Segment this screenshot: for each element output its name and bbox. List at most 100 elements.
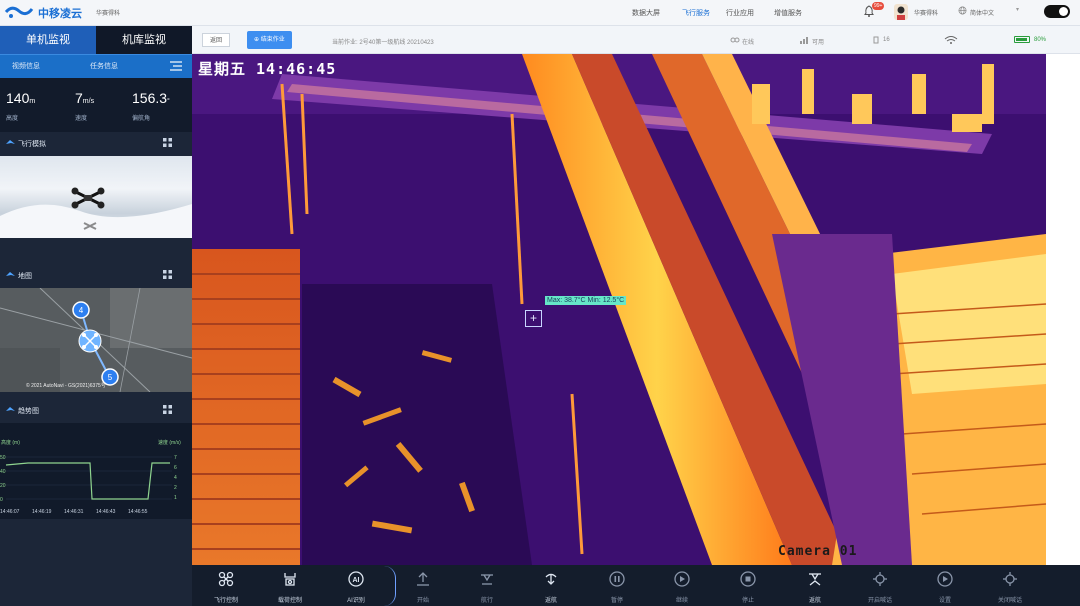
drone-3d-model [0, 187, 192, 238]
wifi-icon [944, 36, 958, 44]
waypoint-marker[interactable]: 4 [72, 301, 90, 319]
trend-time-tick: 14:46:55 [128, 509, 148, 515]
drone-position-icon[interactable] [78, 329, 102, 353]
section-title: 飞行模拟 [18, 141, 46, 148]
tab-task-info[interactable]: 任务信息 [90, 61, 118, 71]
payload-control-button[interactable]: 载荷控制 [270, 565, 310, 606]
thermal-video-feed[interactable]: 星期五 14:46:45 Max: 38.7°C Min: 12.5°C + C… [192, 54, 1046, 565]
nav-value-added[interactable]: 增值服务 [774, 8, 802, 18]
tab-dock-monitor[interactable]: 机库监视 [96, 26, 192, 54]
svg-text:4: 4 [174, 475, 177, 481]
end-task-button[interactable]: ⊕ 结束作业 [247, 31, 292, 49]
stop-icon [740, 571, 756, 587]
brand-title[interactable]: 中移凌云 [38, 5, 82, 21]
section-map: 地图 [0, 264, 192, 286]
battery-percentage: 80% [1034, 37, 1047, 43]
control-label: 关闭喊话 [997, 598, 1022, 604]
trend-time-tick: 14:46:19 [32, 509, 52, 515]
tab-single-monitor[interactable]: 单机监视 [0, 26, 96, 54]
svg-text:6: 6 [174, 465, 177, 471]
stop-button[interactable]: 停止 [728, 565, 768, 606]
temperature-readout: Max: 38.7°C Min: 12.5°C [545, 296, 627, 305]
right-margin [1046, 54, 1080, 565]
altitude-label: 高度 [6, 116, 19, 122]
map-view[interactable]: 4 5 © 2021 AutoNavi - GS(2021)6375号 [0, 288, 192, 392]
nav-industry-app[interactable]: 行业应用 [726, 8, 754, 18]
speaker-off-button[interactable]: 关闭喊话 [990, 565, 1030, 606]
svg-text:7: 7 [174, 455, 177, 461]
back-button[interactable]: 返回 [202, 33, 231, 47]
status-bar: 返回 ⊕ 结束作业 当前作业: 2号40第一级航线 20210423 在线 可用… [192, 26, 1080, 54]
status-online: 在线 [742, 40, 755, 46]
nav-data-screen[interactable]: 数据大屏 [632, 8, 660, 18]
brand-subtitle: 华赛得科 [96, 11, 121, 17]
battery-icon [1014, 36, 1030, 43]
control-label: 航行 [480, 598, 493, 604]
bottom-control-bar: 飞行控制 载荷控制 AI AI识别 开始 航行 返航 暂停 继续 停止 返航 开… [192, 565, 1080, 606]
tab-video-info[interactable]: 视频信息 [12, 61, 40, 71]
crosshair-icon[interactable]: + [525, 310, 542, 327]
fly-icon [481, 574, 493, 585]
logo-icon [4, 6, 34, 18]
speaker-on-button[interactable]: 开启喊话 [860, 565, 900, 606]
return-home-button[interactable]: 返航 [795, 565, 835, 606]
trend-time-tick: 14:46:43 [96, 509, 116, 515]
current-task-name: 当前作业: 2号40第一级航线 20210423 [332, 40, 434, 46]
grid-icon[interactable] [163, 270, 172, 279]
grid-icon[interactable] [163, 405, 172, 414]
username[interactable]: 华赛得科 [914, 8, 938, 17]
return-button[interactable]: 返航 [531, 565, 571, 606]
svg-text:5: 5 [108, 373, 113, 382]
section-title: 趋势图 [18, 408, 39, 415]
camera-label: Camera 01 [778, 544, 858, 559]
play-icon [674, 571, 690, 587]
svg-text:0: 0 [0, 497, 3, 503]
signal-icon [800, 37, 808, 44]
control-label: 开启喊话 [867, 598, 892, 604]
theme-toggle[interactable] [1044, 5, 1070, 18]
svg-text:40: 40 [0, 469, 6, 475]
chevron-down-icon[interactable]: ▾ [1016, 6, 1019, 13]
nav-flight-service[interactable]: 飞行服务 [682, 8, 710, 18]
flight-sim-view[interactable] [0, 156, 192, 238]
notification-badge: 99+ [872, 2, 885, 10]
svg-text:20: 20 [0, 483, 6, 489]
grid-icon[interactable] [163, 138, 172, 147]
globe-icon [958, 6, 967, 15]
settings-button[interactable]: 设置 [925, 565, 965, 606]
flight-control-button[interactable]: 飞行控制 [206, 565, 246, 606]
trend-time-tick: 14:46:07 [0, 509, 20, 515]
menu-icon[interactable] [170, 61, 182, 71]
pause-button[interactable]: 暂停 [597, 565, 637, 606]
svg-text:1: 1 [174, 495, 177, 501]
control-label: 飞行控制 [213, 598, 238, 604]
yaw-label: 偏航角 [132, 116, 151, 122]
altitude-value: 140m [6, 90, 36, 106]
plane-icon [6, 272, 15, 276]
trend-chart: 高度 (m) 速度 (m/s) 76421 50 40 20 0 14:46:07 1… [0, 423, 192, 519]
svg-text:4: 4 [79, 306, 84, 315]
svg-text:2: 2 [174, 485, 177, 491]
svg-text:50: 50 [0, 455, 6, 461]
language-selector[interactable]: 简体中文 [970, 8, 994, 17]
map-attribution: © 2021 AutoNavi - GS(2021)6375号 [26, 383, 106, 389]
speaker-on-icon [873, 572, 887, 586]
speed-value: 7m/s [75, 90, 95, 106]
ai-detect-button[interactable]: AI AI识别 [336, 565, 376, 606]
takeoff-icon [417, 572, 429, 586]
top-navbar: 中移凌云 华赛得科 数据大屏 飞行服务 行业应用 增值服务 99+ 华赛得科 简… [0, 0, 1080, 26]
trend-lines: 7 6 4 2 1 50 40 20 0 [0, 455, 177, 503]
section-trend: 趋势图 [0, 399, 192, 421]
ai-icon: AI [348, 571, 364, 587]
yaw-value: 156.3° [132, 90, 170, 106]
thermal-image [192, 54, 1046, 565]
resume-button[interactable]: 继续 [662, 565, 702, 606]
pause-icon [609, 571, 625, 587]
avatar[interactable] [894, 4, 908, 20]
drone-icon [218, 571, 234, 587]
control-label: AI识别 [347, 598, 365, 604]
start-button[interactable]: 开始 [403, 565, 443, 606]
cruise-button[interactable]: 航行 [467, 565, 507, 606]
control-label: 载荷控制 [277, 598, 302, 604]
speaker-off-icon [1003, 572, 1017, 586]
